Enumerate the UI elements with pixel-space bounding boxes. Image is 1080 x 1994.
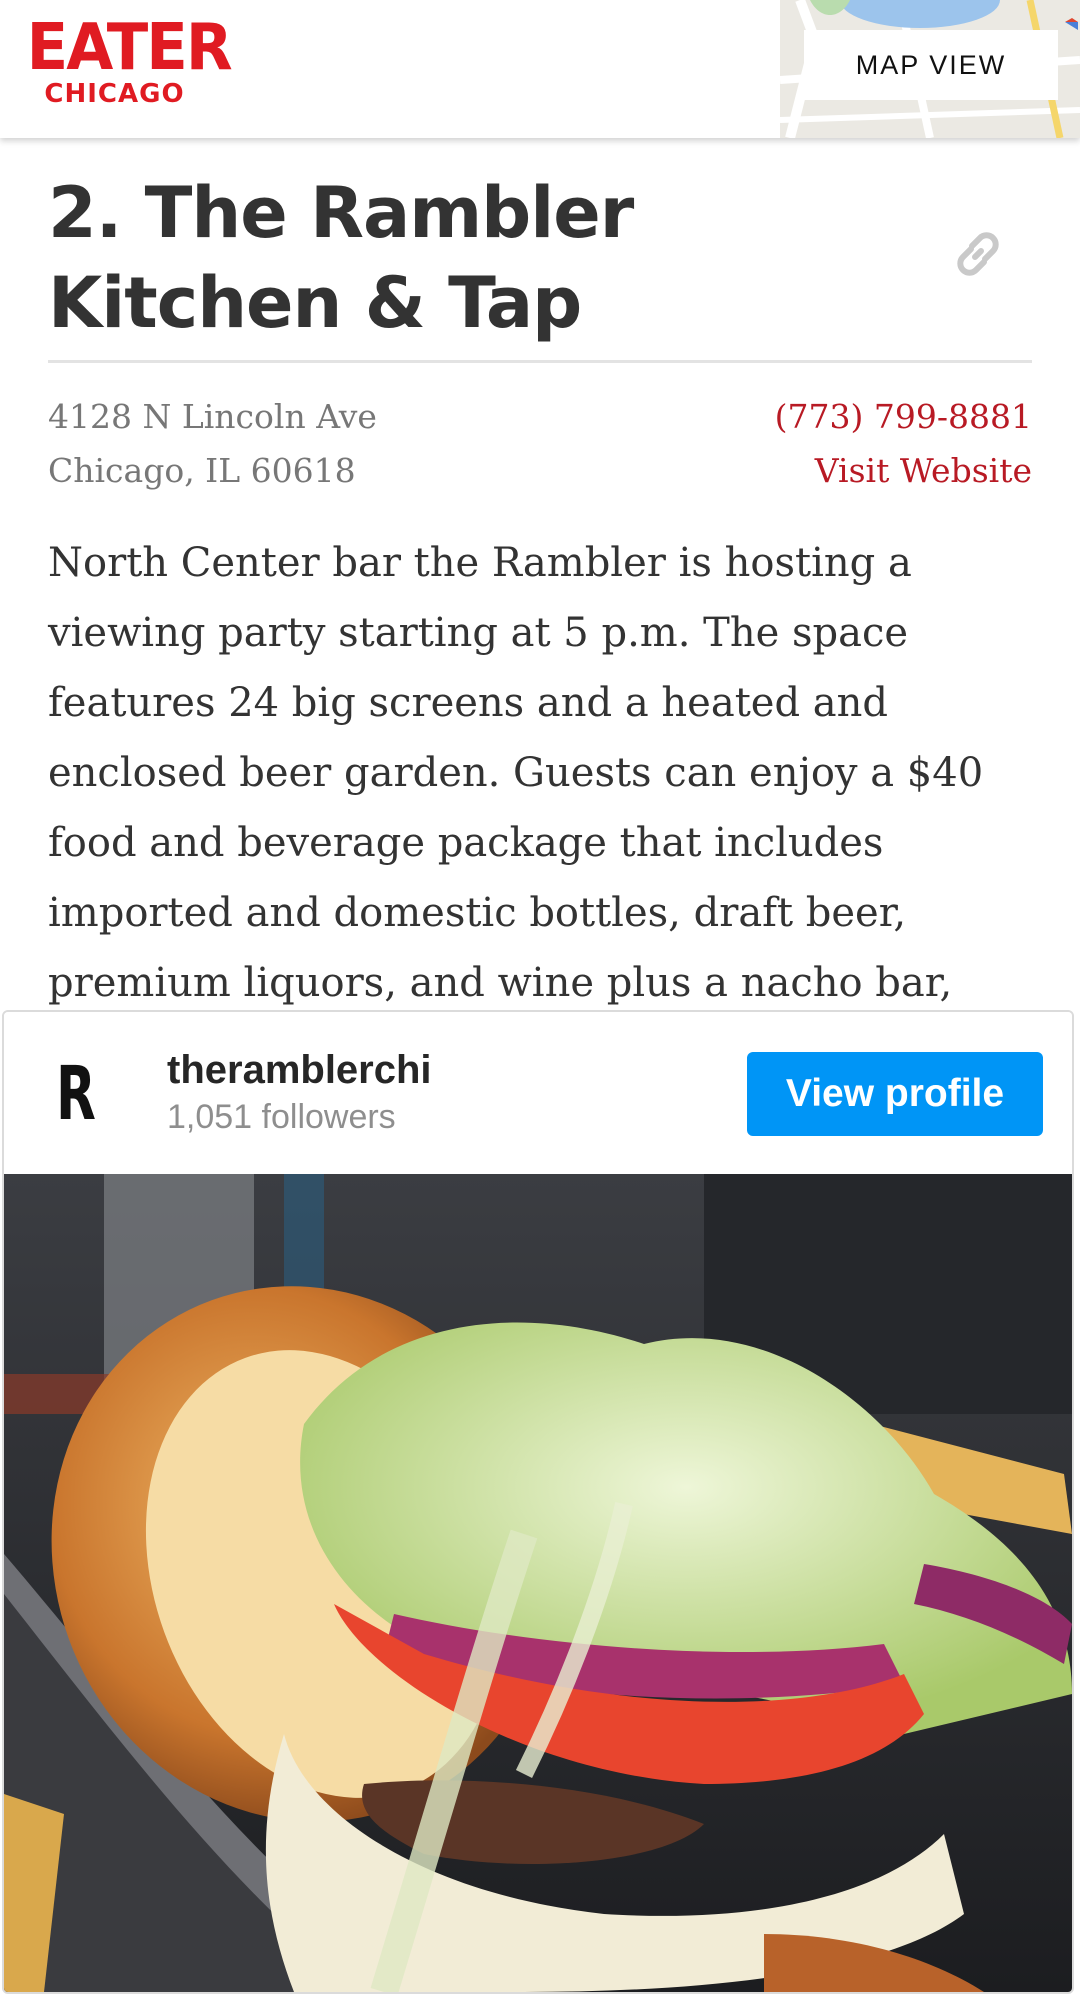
instagram-header: R theramblerchi 1,051 followers View pro… xyxy=(4,1012,1072,1174)
venue-description: North Center bar the Rambler is hosting … xyxy=(48,540,984,1076)
site-header: EATER CHICAGO MAP VIEW xyxy=(0,0,1080,138)
address-line-2: Chicago, IL 60618 xyxy=(48,451,356,490)
link-icon[interactable] xyxy=(948,224,1008,284)
venue-address: 4128 N Lincoln Ave Chicago, IL 60618 xyxy=(48,390,377,498)
logo-wordmark: EATER xyxy=(26,11,233,85)
venue-title: 2. The Rambler Kitchen & Tap xyxy=(48,172,634,344)
instagram-username[interactable]: theramblerchi xyxy=(167,1048,432,1093)
visit-website-link[interactable]: Visit Website xyxy=(775,444,1032,498)
phone-link[interactable]: (773) 799-8881 xyxy=(775,390,1032,444)
title-divider xyxy=(48,360,1032,363)
view-profile-button[interactable]: View profile xyxy=(747,1052,1043,1136)
address-line-1: 4128 N Lincoln Ave xyxy=(48,397,377,436)
instagram-embed: R theramblerchi 1,051 followers View pro… xyxy=(2,1010,1074,1994)
logo-city: CHICAGO xyxy=(44,79,185,109)
venue-contact: (773) 799-8881 Visit Website xyxy=(775,390,1032,498)
follower-count: 1,051 followers xyxy=(167,1098,396,1136)
eater-chicago-logo[interactable]: EATER CHICAGO xyxy=(22,11,233,116)
instagram-post-image[interactable] xyxy=(4,1174,1072,1992)
map-view-button[interactable]: MAP VIEW xyxy=(804,30,1058,100)
profile-avatar[interactable]: R xyxy=(56,1054,98,1134)
